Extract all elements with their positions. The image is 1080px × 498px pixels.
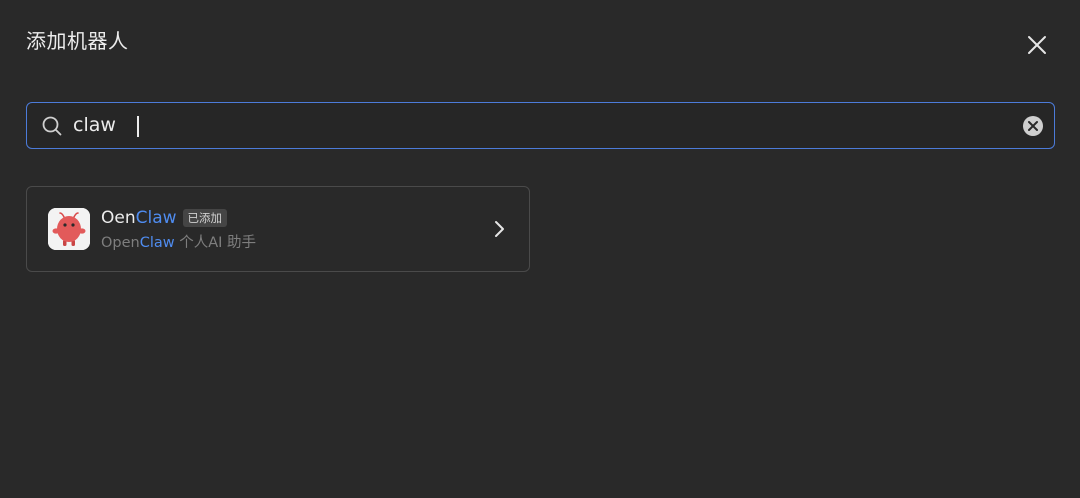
result-description: OpenClaw 个人AI 助手 [101,233,256,253]
bot-avatar-icon [48,208,90,250]
result-desc-suffix: 个人AI 助手 [174,235,257,251]
added-badge: 已添加 [182,209,228,227]
chevron-right-icon [495,221,504,237]
search-box[interactable] [26,102,1055,149]
search-icon [42,116,62,136]
clear-search-icon[interactable] [1022,115,1044,137]
result-item-openclaw[interactable]: Oen Claw 已添加 OpenClaw 个人AI 助手 [26,186,530,272]
text-caret [137,116,139,137]
close-icon [1028,36,1046,54]
dialog-title: 添加机器人 [26,29,129,53]
result-desc-highlight: Claw [139,235,175,251]
result-name: Oen Claw 已添加 [101,206,228,230]
result-name-prefix: Oen [101,208,136,228]
add-bot-dialog: 添加机器人 claw Oen Claw 已添加 OpenClaw 个人AI 助手 [0,0,1080,498]
close-button[interactable] [1020,28,1054,62]
result-desc-prefix: Open [101,235,140,251]
result-name-highlight: Claw [135,208,177,228]
search-input[interactable] [73,111,1013,139]
